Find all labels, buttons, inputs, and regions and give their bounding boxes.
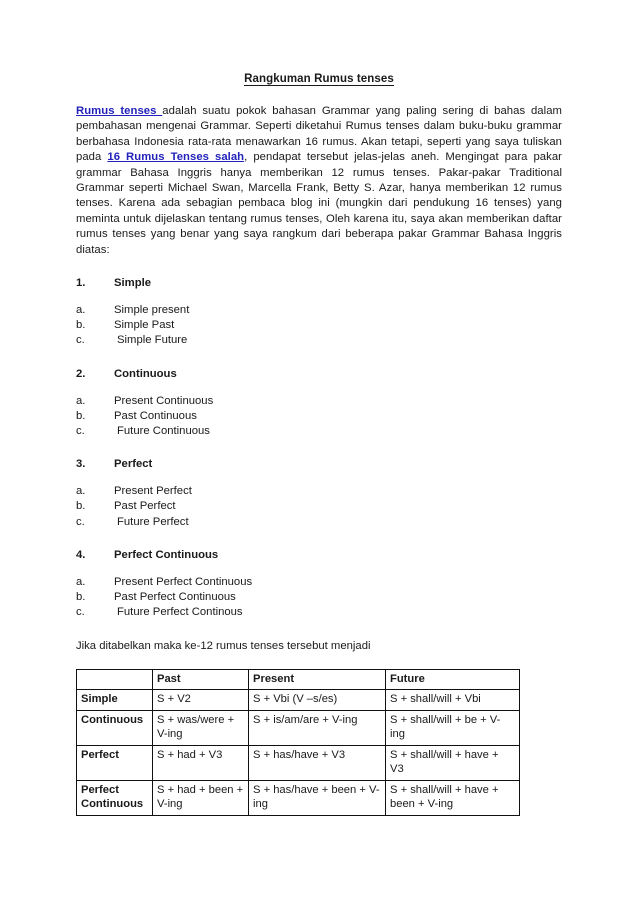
- section-title: Perfect: [114, 458, 153, 471]
- cell-perfect-future: S + shall/will + have + V3: [385, 744, 520, 781]
- section-items: a. Present Continuous b. Past Continuous…: [76, 394, 562, 440]
- list-item-marker: c.: [76, 606, 85, 619]
- section-number: 1.: [76, 277, 86, 290]
- list-item-label: Future Perfect Continous: [117, 606, 243, 619]
- list-item-label: Present Perfect: [114, 485, 192, 498]
- cell-perfect-continuous-present: S + has/have + been + V-ing: [248, 779, 386, 816]
- row-header-perfect: Perfect: [76, 744, 153, 781]
- link-16-rumus-tenses-salah[interactable]: 16 Rumus Tenses salah: [107, 151, 244, 163]
- list-item: c. Future Perfect: [76, 515, 562, 530]
- section-perfect: 3. Perfect a. Present Perfect b. Past Pe…: [76, 457, 562, 530]
- list-item-label: Present Continuous: [114, 394, 214, 407]
- list-item-label: Simple Future: [117, 334, 188, 347]
- section-perfect-continuous: 4. Perfect Continuous a. Present Perfect…: [76, 548, 562, 621]
- cell-perfect-continuous-future: S + shall/will + have + been + V-ing: [385, 779, 520, 816]
- section-heading: 1. Simple: [76, 276, 562, 291]
- section-items: a. Present Perfect Continuous b. Past Pe…: [76, 575, 562, 621]
- cell-simple-future: S + shall/will + Vbi: [385, 689, 520, 711]
- list-item-marker: b.: [76, 319, 86, 332]
- row-header-simple: Simple: [76, 689, 153, 711]
- table-row: Perfect Continuous S + had + been + V-in…: [76, 779, 520, 816]
- section-heading: 4. Perfect Continuous: [76, 548, 562, 563]
- intro-text-part-2: , pendapat tersebut jelas-jelas aneh. Me…: [76, 151, 562, 256]
- list-item: a. Present Perfect Continuous: [76, 575, 562, 590]
- document-page: Rangkuman Rumus tenses Rumus tenses adal…: [0, 0, 638, 903]
- list-item-marker: b.: [76, 409, 86, 422]
- list-item: c. Simple Future: [76, 333, 562, 348]
- list-item-label: Past Continuous: [114, 409, 197, 422]
- cell-continuous-present: S + is/am/are + V-ing: [248, 709, 386, 746]
- section-heading: 2. Continuous: [76, 367, 562, 382]
- list-item: a. Present Perfect: [76, 484, 562, 499]
- cell-continuous-future: S + shall/will + be + V-ing: [385, 709, 520, 746]
- cell-continuous-past: S + was/were + V-ing: [152, 709, 249, 746]
- list-item: b. Past Continuous: [76, 409, 562, 424]
- list-item-marker: c.: [76, 515, 85, 528]
- cell-simple-present: S + Vbi (V –s/es): [248, 689, 386, 711]
- table-intro-text: Jika ditabelkan maka ke-12 rumus tenses …: [76, 639, 371, 652]
- list-item-marker: a.: [76, 394, 86, 407]
- row-header-continuous: Continuous: [76, 709, 153, 746]
- section-title: Perfect Continuous: [114, 548, 219, 561]
- cell-perfect-past: S + had + V3: [152, 744, 249, 781]
- section-items: a. Simple present b. Simple Past c. Simp…: [76, 303, 562, 349]
- list-item-label: Future Continuous: [117, 425, 210, 438]
- list-item: b. Past Perfect: [76, 499, 562, 514]
- list-item-marker: c.: [76, 334, 85, 347]
- cell-perfect-continuous-past: S + had + been + V-ing: [152, 779, 249, 816]
- table-row: Simple S + V2 S + Vbi (V –s/es) S + shal…: [76, 689, 520, 711]
- page-title-text: Rangkuman Rumus tenses: [244, 73, 394, 86]
- list-item: b. Past Perfect Continuous: [76, 590, 562, 605]
- section-title: Simple: [114, 277, 152, 290]
- list-item-marker: c.: [76, 425, 85, 438]
- column-header-present: Present: [248, 668, 386, 691]
- list-item-marker: b.: [76, 591, 86, 604]
- table-header-row: Past Present Future: [76, 668, 520, 691]
- row-header-perfect-continuous: Perfect Continuous: [76, 779, 153, 816]
- section-number: 2.: [76, 367, 86, 380]
- list-item-marker: b.: [76, 500, 86, 513]
- section-title: Continuous: [114, 367, 177, 380]
- list-item-label: Past Perfect Continuous: [114, 591, 236, 604]
- list-item-label: Past Perfect: [114, 500, 176, 513]
- table-row: Continuous S + was/were + V-ing S + is/a…: [76, 709, 520, 746]
- section-simple: 1. Simple a. Simple present b. Simple Pa…: [76, 276, 562, 349]
- list-item: b. Simple Past: [76, 318, 562, 333]
- cell-simple-past: S + V2: [152, 689, 249, 711]
- list-item-label: Present Perfect Continuous: [114, 575, 253, 588]
- list-item: c. Future Continuous: [76, 424, 562, 439]
- column-header-blank: [76, 668, 153, 691]
- section-heading: 3. Perfect: [76, 457, 562, 472]
- table-row: Perfect S + had + V3 S + has/have + V3 S…: [76, 744, 520, 781]
- list-item-marker: a.: [76, 575, 86, 588]
- document-body: Rangkuman Rumus tenses Rumus tenses adal…: [76, 72, 562, 816]
- column-header-future: Future: [385, 668, 520, 691]
- page-title: Rangkuman Rumus tenses: [76, 72, 562, 86]
- list-item: c. Future Perfect Continous: [76, 605, 562, 620]
- tenses-table: Past Present Future Simple S + V2 S + Vb…: [76, 668, 520, 816]
- section-continuous: 2. Continuous a. Present Continuous b. P…: [76, 367, 562, 440]
- list-item-label: Simple present: [114, 304, 190, 317]
- list-item-label: Simple Past: [114, 319, 175, 332]
- link-rumus-tenses[interactable]: Rumus tenses: [76, 105, 162, 117]
- list-item-label: Future Perfect: [117, 515, 189, 528]
- section-items: a. Present Perfect b. Past Perfect c. Fu…: [76, 484, 562, 530]
- list-item-marker: a.: [76, 304, 86, 317]
- list-item-marker: a.: [76, 485, 86, 498]
- cell-perfect-present: S + has/have + V3: [248, 744, 386, 781]
- section-number: 3.: [76, 458, 86, 471]
- list-item: a. Simple present: [76, 303, 562, 318]
- column-header-past: Past: [152, 668, 249, 691]
- intro-paragraph: Rumus tenses adalah suatu pokok bahasan …: [76, 104, 562, 258]
- list-item: a. Present Continuous: [76, 394, 562, 409]
- section-number: 4.: [76, 548, 86, 561]
